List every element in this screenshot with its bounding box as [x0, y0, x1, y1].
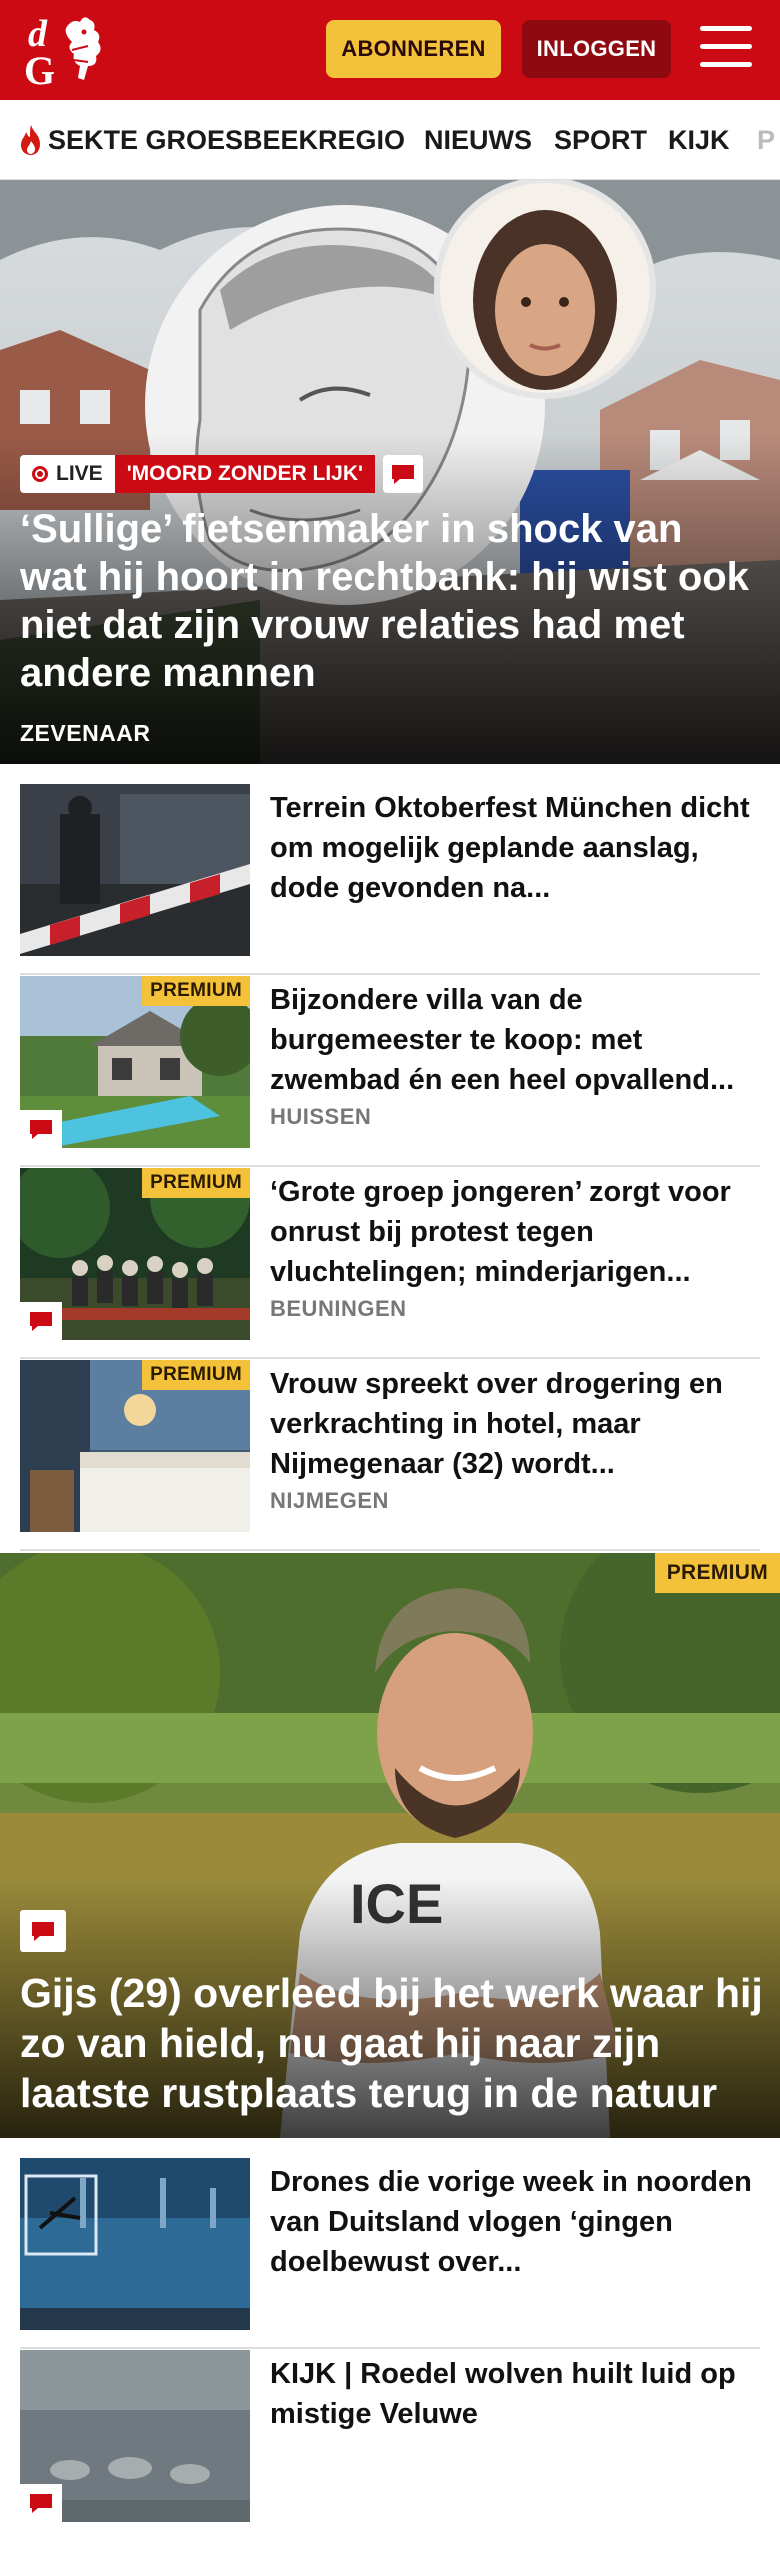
article-thumbnail: PREMIUM	[20, 1168, 250, 1340]
nav-item-sekte-groesbeek[interactable]: SEKTE GROESBEEK	[18, 100, 319, 179]
feature-article[interactable]: ICE PREMIUM Gijs (29) overleed bij het w…	[0, 1553, 780, 2138]
section-nav: SEKTE GROESBEEK REGIO NIEUWS SPORT KIJK …	[0, 100, 780, 180]
subscribe-button[interactable]: ABONNEREN	[326, 20, 501, 78]
nav-item-label: SEKTE GROESBEEK	[48, 124, 319, 155]
comment-icon	[20, 1302, 62, 1340]
list-item[interactable]: Terrein Oktoberfest München dicht om mog…	[20, 784, 760, 975]
article-thumbnail: PREMIUM	[20, 976, 250, 1148]
list-item[interactable]: KIJK | Roedel wolven huilt luid op misti…	[20, 2350, 760, 2541]
comment-icon	[383, 455, 424, 493]
nav-item-sport[interactable]: SPORT	[554, 100, 647, 179]
article-title[interactable]: Bijzondere villa van de burgemeester te …	[270, 980, 760, 1100]
site-header: d G ABONNEREN INLOGGEN	[0, 0, 780, 100]
login-button[interactable]: INLOGGEN	[522, 20, 671, 78]
nav-item-regio[interactable]: REGIO	[318, 100, 405, 179]
article-location: BEUNINGEN	[270, 1296, 407, 1321]
article-title[interactable]: Vrouw spreekt over drogering en verkrach…	[270, 1364, 760, 1484]
live-badge: LIVE	[20, 455, 115, 493]
comment-icon	[20, 1110, 62, 1148]
article-title[interactable]: KIJK | Roedel wolven huilt luid op misti…	[270, 2354, 760, 2434]
hero-tags: LIVE 'MOORD ZONDER LIJK'	[20, 455, 424, 493]
nav-item-kijk[interactable]: KIJK	[668, 100, 730, 179]
logo[interactable]: d G	[22, 10, 114, 93]
article-location: HUISSEN	[270, 1104, 372, 1129]
article-thumbnail	[20, 2350, 250, 2522]
premium-badge: PREMIUM	[142, 1168, 250, 1198]
hero-article[interactable]: LIVE 'MOORD ZONDER LIJK' ‘Sullige’ fiets…	[0, 180, 780, 764]
live-label: LIVE	[56, 462, 103, 485]
hamburger-menu-icon[interactable]	[700, 26, 752, 72]
list-item[interactable]: PREMIUM Vrouw spreekt over drogering en …	[20, 1360, 760, 1551]
comment-icon	[20, 2484, 62, 2522]
article-title[interactable]: ‘Grote groep jongeren’ zorgt voor onrust…	[270, 1172, 760, 1292]
premium-badge: PREMIUM	[142, 1360, 250, 1390]
hero-location: ZEVENAAR	[20, 720, 151, 746]
hero-kicker: 'MOORD ZONDER LIJK'	[114, 455, 376, 493]
article-title[interactable]: Terrein Oktoberfest München dicht om mog…	[270, 788, 760, 908]
list-item[interactable]: PREMIUM Bijzondere villa van de burgemee…	[20, 976, 760, 1167]
list-item[interactable]: PREMIUM ‘Grote groep jongeren’ zorgt voo…	[20, 1168, 760, 1359]
premium-badge: PREMIUM	[142, 976, 250, 1006]
article-thumbnail	[20, 784, 250, 956]
hero-title[interactable]: ‘Sullige’ fietsenmaker in shock van wat …	[20, 505, 760, 697]
feature-title[interactable]: Gijs (29) overleed bij het werk waar hij…	[20, 1968, 765, 2118]
live-dot-icon	[32, 466, 48, 482]
list-item[interactable]: Drones die vorige week in noorden van Du…	[20, 2158, 760, 2349]
nav-item-nieuws[interactable]: NIEUWS	[424, 100, 532, 179]
comment-icon	[20, 1910, 66, 1952]
article-thumbnail: PREMIUM	[20, 1360, 250, 1532]
nav-item-partial[interactable]: P	[757, 100, 775, 179]
premium-badge: PREMIUM	[654, 1553, 780, 1593]
article-location: NIJMEGEN	[270, 1488, 389, 1513]
flame-icon	[21, 125, 40, 155]
article-title[interactable]: Drones die vorige week in noorden van Du…	[270, 2162, 760, 2282]
article-thumbnail	[20, 2158, 250, 2330]
svg-text:G: G	[24, 48, 55, 90]
